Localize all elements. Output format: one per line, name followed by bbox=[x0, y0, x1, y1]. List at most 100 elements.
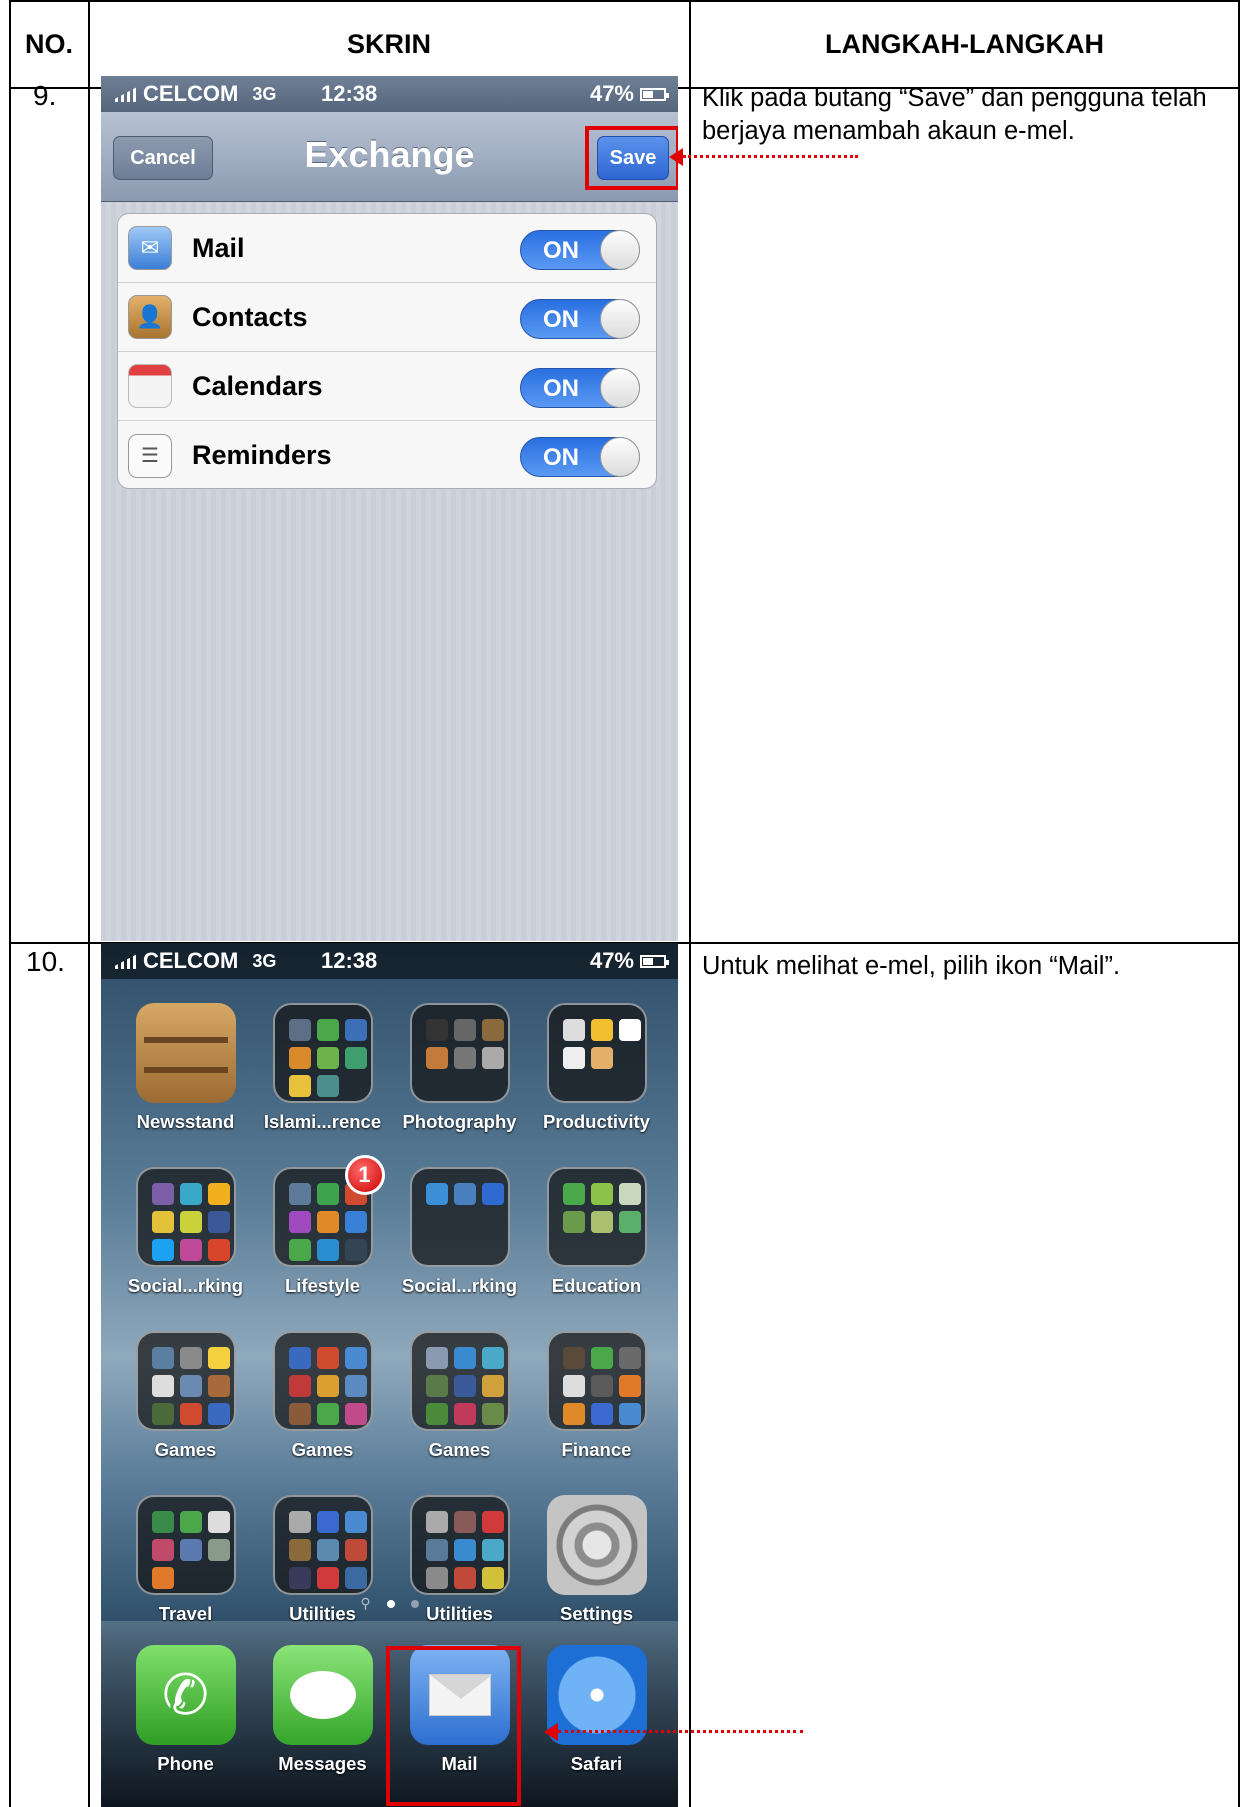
mini-app-icon bbox=[453, 1511, 476, 1533]
setting-row-reminders[interactable]: ☰ Reminders ON bbox=[118, 421, 656, 488]
mini-app-icon bbox=[179, 1403, 202, 1425]
mini-app-icon bbox=[453, 1567, 476, 1589]
app-safari[interactable]: Safari bbox=[528, 1645, 665, 1775]
mini-app-icon bbox=[481, 1183, 504, 1205]
mini-app-icon bbox=[344, 1211, 367, 1233]
newsstand-icon bbox=[135, 1003, 236, 1103]
header-screen: SKRIN bbox=[346, 28, 431, 59]
app-label: Finance bbox=[561, 1439, 632, 1460]
mini-app-icon bbox=[179, 1375, 202, 1397]
mini-app-icon bbox=[618, 1211, 641, 1233]
mini-app-icon bbox=[316, 1211, 339, 1233]
app-phone[interactable]: ✆ Phone bbox=[117, 1645, 254, 1775]
mini-app-icon bbox=[590, 1047, 613, 1069]
app-folder[interactable]: Games bbox=[117, 1331, 254, 1461]
calendars-toggle[interactable]: ON bbox=[520, 368, 640, 408]
app-label: Social...rking bbox=[401, 1275, 518, 1296]
mini-app-icon bbox=[151, 1183, 174, 1205]
mini-app-icon bbox=[453, 1375, 476, 1397]
app-folder[interactable]: Social...rking bbox=[117, 1167, 254, 1297]
app-label: Newsstand bbox=[136, 1111, 235, 1132]
clock: 12:38 bbox=[321, 81, 378, 106]
mini-app-icon bbox=[288, 1211, 311, 1233]
mini-app-icon bbox=[562, 1183, 585, 1205]
mini-app-icon bbox=[344, 1511, 367, 1533]
mini-app-icon bbox=[207, 1511, 230, 1533]
folder-icon bbox=[272, 1003, 373, 1103]
mini-app-icon bbox=[590, 1211, 613, 1233]
mini-app-icon bbox=[316, 1019, 339, 1041]
mini-app-icon bbox=[453, 1019, 476, 1041]
folder-icon bbox=[272, 1331, 373, 1431]
mini-app-icon bbox=[344, 1567, 367, 1589]
mini-app-icon bbox=[453, 1183, 476, 1205]
header-steps: LANGKAH-LANGKAH bbox=[825, 28, 1104, 59]
mini-app-icon bbox=[151, 1211, 174, 1233]
setting-label: Contacts bbox=[192, 301, 308, 332]
mini-app-icon bbox=[151, 1239, 174, 1261]
battery-status: 47% bbox=[589, 948, 669, 974]
mini-app-icon bbox=[288, 1019, 311, 1041]
mini-app-icon bbox=[481, 1375, 504, 1397]
gear-icon bbox=[546, 1495, 647, 1595]
status-bar: CELCOM 3G 12:38 47% bbox=[101, 76, 678, 112]
app-folder[interactable]: 1 Lifestyle bbox=[254, 1155, 391, 1297]
mini-app-icon bbox=[618, 1183, 641, 1205]
setting-row-mail[interactable]: ✉ Mail ON bbox=[118, 214, 656, 283]
app-newsstand[interactable]: Newsstand bbox=[117, 1003, 254, 1133]
app-label: Photography bbox=[402, 1111, 517, 1132]
app-messages[interactable]: Messages bbox=[254, 1645, 391, 1775]
toggle-state: ON bbox=[543, 306, 579, 333]
mini-app-icon bbox=[316, 1511, 339, 1533]
carrier-name: CELCOM bbox=[143, 948, 239, 973]
mini-app-icon bbox=[590, 1183, 613, 1205]
folder-icon bbox=[546, 1003, 647, 1103]
battery-percent: 47% bbox=[589, 81, 634, 106]
mini-app-icon bbox=[344, 1239, 367, 1261]
mini-app-icon bbox=[316, 1183, 339, 1205]
app-icon-grid: Newsstand Islami...rence Photography Pro… bbox=[117, 1003, 677, 1625]
setting-row-calendars[interactable]: Calendars ON bbox=[118, 352, 656, 421]
table-column-divider bbox=[689, 0, 691, 1807]
setting-label: Reminders bbox=[192, 440, 332, 470]
status-bar: CELCOM 3G 12:38 47% bbox=[101, 943, 678, 979]
mini-app-icon bbox=[425, 1183, 448, 1205]
contacts-toggle[interactable]: ON bbox=[520, 299, 640, 339]
app-folder[interactable]: Social...rking bbox=[391, 1167, 528, 1297]
folder-icon bbox=[409, 1167, 510, 1267]
folder-icon bbox=[546, 1331, 647, 1431]
app-folder[interactable]: Productivity bbox=[528, 1003, 665, 1133]
row-number: 9. bbox=[33, 80, 57, 111]
app-folder[interactable]: Games bbox=[254, 1331, 391, 1461]
save-highlight-box bbox=[585, 126, 678, 190]
app-folder[interactable]: Education bbox=[528, 1167, 665, 1297]
mini-app-icon bbox=[618, 1375, 641, 1397]
folder-icon bbox=[135, 1167, 236, 1267]
app-folder[interactable]: Photography bbox=[391, 1003, 528, 1133]
mini-app-icon bbox=[562, 1347, 585, 1369]
mini-app-icon bbox=[288, 1239, 311, 1261]
mini-app-icon bbox=[344, 1047, 367, 1069]
app-folder[interactable]: Games bbox=[391, 1331, 528, 1461]
setting-row-contacts[interactable]: 👤 Contacts ON bbox=[118, 283, 656, 352]
mail-toggle[interactable]: ON bbox=[520, 230, 640, 270]
mini-app-icon bbox=[316, 1403, 339, 1425]
mini-app-icon bbox=[344, 1375, 367, 1397]
shelf-shape bbox=[143, 1067, 228, 1073]
mini-app-icon bbox=[207, 1211, 230, 1233]
page-indicator[interactable]: ⚲ bbox=[101, 1595, 678, 1612]
app-label: Productivity bbox=[543, 1111, 650, 1132]
mini-app-icon bbox=[207, 1539, 230, 1561]
mini-app-icon bbox=[425, 1347, 448, 1369]
mini-app-icon bbox=[562, 1019, 585, 1041]
app-folder[interactable]: Islami...rence bbox=[254, 1003, 391, 1133]
mini-app-icon bbox=[590, 1019, 613, 1041]
reminders-toggle[interactable]: ON bbox=[520, 437, 640, 477]
battery-percent: 47% bbox=[589, 948, 634, 973]
app-label: Games bbox=[154, 1439, 217, 1460]
mini-app-icon bbox=[481, 1019, 504, 1041]
mini-app-icon bbox=[179, 1211, 202, 1233]
mini-app-icon bbox=[590, 1375, 613, 1397]
mini-app-icon bbox=[288, 1047, 311, 1069]
app-folder[interactable]: Finance bbox=[528, 1331, 665, 1461]
